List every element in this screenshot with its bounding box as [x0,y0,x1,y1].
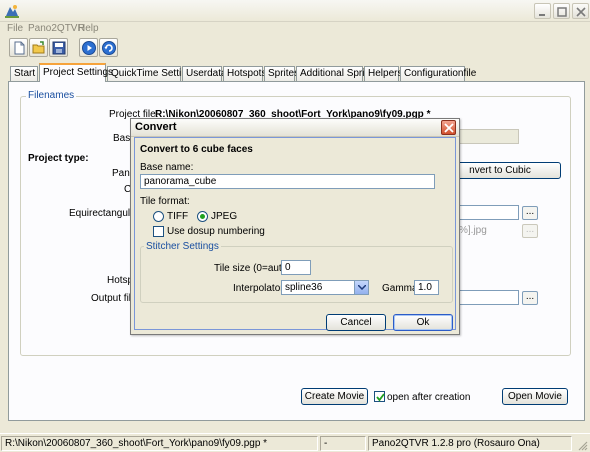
pattern-fragment: %].jpg [459,225,487,236]
close-icon [576,7,586,17]
use-dosup-checkbox[interactable] [153,226,164,237]
open-folder-button[interactable] [29,38,48,57]
menu-bar: File Pano2QTVR Help [0,22,590,36]
play-button[interactable] [79,38,98,57]
status-bar: R:\Nikon\20060807_360_shoot\Fort_York\pa… [0,433,590,452]
open-after-creation-checkbox[interactable] [374,391,385,402]
ok-button[interactable]: Ok [393,314,453,331]
menu-pano2qtvr[interactable]: Pano2QTVR [28,22,85,36]
checkmark-icon [376,393,385,402]
convert-dialog: Convert Convert to 6 cube faces Base nam… [130,118,460,335]
tab-userdata[interactable]: Userdata [182,66,227,81]
filenames-group-title: Filenames [26,90,77,102]
stitcher-settings-title: Stitcher Settings [144,241,221,253]
base-name-input[interactable]: panorama_cube [140,174,435,189]
tab-start[interactable]: Start [10,66,38,81]
new-file-button[interactable] [9,38,28,57]
status-version: Pano2QTVR 1.2.8 pro (Rosauro Ona) [368,436,572,451]
equirectangular-browse-button[interactable]: ... [522,206,538,220]
project-type-label: Project type: [28,153,89,164]
cancel-button[interactable]: Cancel [326,314,386,331]
dialog-title-bar: Convert [131,119,459,137]
tab-helpers[interactable]: Helpers [364,66,402,81]
tab-additional-sprites[interactable]: Additional Sprites [296,66,378,81]
title-bar [0,0,590,22]
tile-size-input[interactable]: 0 [281,260,311,275]
create-movie-button[interactable]: Create Movie [301,388,368,405]
tiff-radio[interactable] [153,211,164,222]
tab-sprites[interactable]: Sprites [264,66,299,81]
minimize-icon [539,14,545,16]
tab-configurationfile[interactable]: Configurationfile [400,66,476,81]
tab-quicktime-settings[interactable]: QuickTime Settings [107,66,197,81]
interpolator-label: Interpolator: [233,283,287,294]
menu-help[interactable]: Help [78,22,99,36]
chevron-down-icon [358,285,366,290]
base-name-label: Base name: [140,162,194,173]
refresh-button[interactable] [99,38,118,57]
menu-file[interactable]: File [7,22,23,36]
jpeg-radio-label[interactable]: JPEG [211,211,237,223]
pattern-browse-button: ... [522,224,538,238]
interpolator-dropdown-button[interactable] [354,281,368,294]
tiff-radio-label[interactable]: TIFF [167,211,188,223]
open-movie-button[interactable]: Open Movie [502,388,568,405]
toolbar [0,36,590,60]
status-path: R:\Nikon\20060807_360_shoot\Fort_York\pa… [1,436,318,451]
close-button[interactable] [572,3,589,19]
interpolator-select[interactable]: spline36 [281,280,369,295]
open-after-creation-label[interactable]: open after creation [387,392,470,404]
play-icon [82,41,96,55]
tab-hotspots[interactable]: Hotspots [223,66,266,81]
interpolator-value: spline36 [285,282,323,293]
dialog-heading: Convert to 6 cube faces [140,144,253,155]
dialog-close-button[interactable] [441,120,456,135]
resize-grip-icon[interactable] [576,439,588,451]
use-dosup-label[interactable]: Use dosup numbering [167,226,265,238]
tile-format-label: Tile format: [140,196,190,207]
save-icon [52,41,66,55]
close-icon [444,123,454,133]
maximize-button[interactable] [553,3,570,19]
jpeg-radio[interactable] [197,211,208,222]
dialog-body: Convert to 6 cube faces Base name: panor… [134,137,456,331]
dialog-title: Convert [135,121,177,133]
open-folder-icon [32,41,45,54]
gamma-input[interactable]: 1.0 [414,280,439,295]
maximize-icon [557,7,567,17]
status-separator: - [320,436,366,451]
tab-project-settings[interactable]: Project Settings [39,63,113,82]
app-logo-icon [4,3,20,19]
minimize-button[interactable] [534,3,551,19]
output-file-browse-button[interactable]: ... [522,291,538,305]
new-file-icon [14,41,25,55]
save-button[interactable] [49,38,68,57]
refresh-icon [102,41,116,55]
